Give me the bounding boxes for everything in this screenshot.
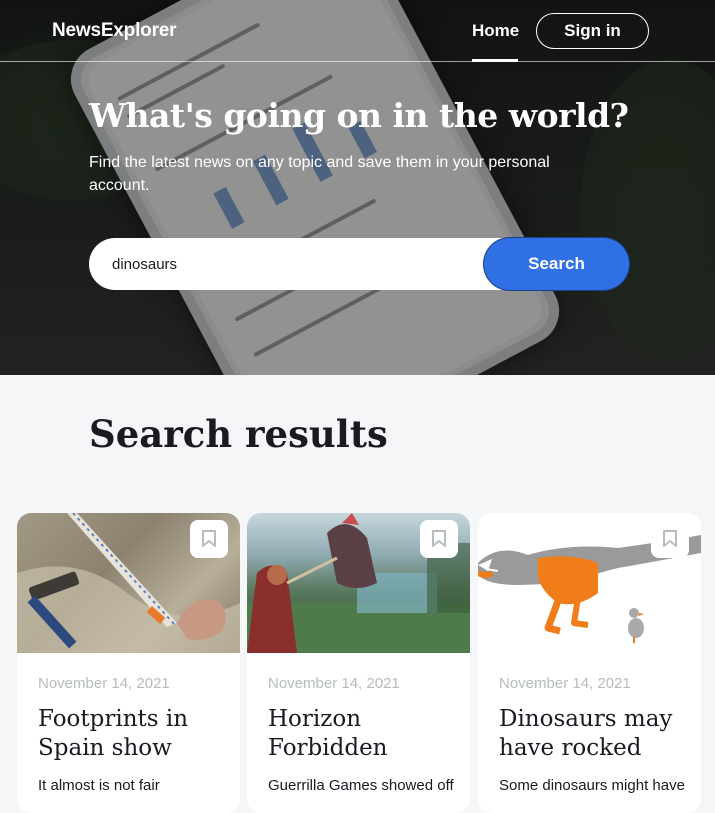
search-input[interactable] <box>89 238 489 290</box>
card-date: November 14, 2021 <box>268 675 400 692</box>
news-card[interactable]: November 14, 2021 Footprints in Spain sh… <box>17 513 240 813</box>
bookmark-icon[interactable] <box>190 520 228 558</box>
sign-in-button[interactable]: Sign in <box>536 13 649 49</box>
card-title[interactable]: Horizon Forbidden <box>268 705 458 763</box>
search-button[interactable]: Search <box>484 238 629 290</box>
dinosaur-illustration-image <box>478 513 701 653</box>
news-card[interactable]: November 14, 2021 Horizon Forbidden Guer… <box>247 513 470 813</box>
bookmark-icon[interactable] <box>651 520 689 558</box>
search-form: Search <box>89 238 629 290</box>
hero-subtitle: Find the latest news on any topic and sa… <box>89 154 550 194</box>
bookmark-icon[interactable] <box>420 520 458 558</box>
nav-home-link[interactable]: Home <box>472 0 519 62</box>
news-card[interactable]: November 14, 2021 Dinosaurs may have roc… <box>478 513 701 813</box>
card-date: November 14, 2021 <box>499 675 631 692</box>
site-header: NewsExplorer Home Sign in <box>0 0 715 62</box>
game-scene-image <box>247 513 470 653</box>
hero-section: NewsExplorer Home Sign in What's going o… <box>0 0 715 375</box>
card-text: It almost is not fair <box>38 777 160 794</box>
card-title[interactable]: Footprints in Spain show <box>38 705 228 763</box>
card-date: November 14, 2021 <box>38 675 170 692</box>
hammer-fossil-image <box>17 513 240 653</box>
search-results-title: Search results <box>89 412 388 456</box>
card-title[interactable]: Dinosaurs may have rocked <box>499 705 689 763</box>
hero-title: What's going on in the world? <box>89 96 629 135</box>
card-text: Some dinosaurs might have <box>499 777 685 794</box>
card-text: Guerrilla Games showed off <box>268 777 454 794</box>
site-logo[interactable]: NewsExplorer <box>52 20 177 42</box>
